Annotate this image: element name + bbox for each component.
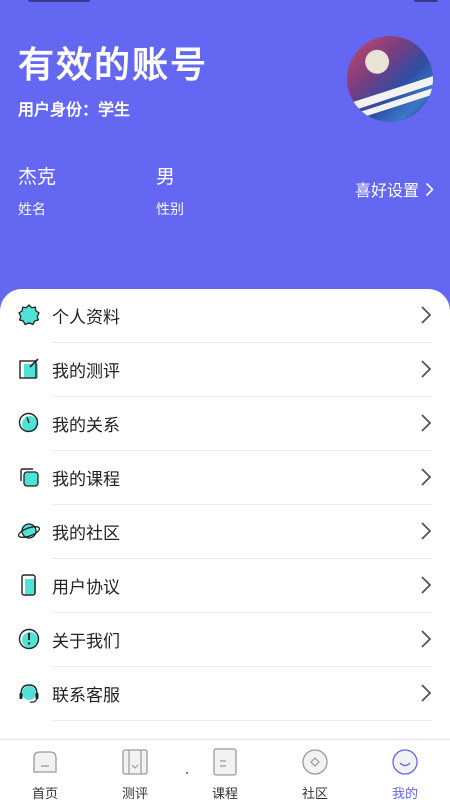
gender-value: 男 xyxy=(156,166,176,188)
menu-item-profile[interactable]: 个人资料 xyxy=(0,289,450,343)
tab-label: 首页 xyxy=(31,787,58,800)
info-icon xyxy=(18,628,40,650)
status-bar-left xyxy=(28,0,90,2)
tab-mine[interactable]: 我的 xyxy=(360,740,450,800)
name-value: 杰克 xyxy=(18,166,57,188)
menu-item-my-relations[interactable]: 我的关系 xyxy=(0,397,450,451)
user-identity: 用户身份：学生 xyxy=(18,100,131,119)
chevron-right-icon xyxy=(421,576,432,594)
menu-item-label: 用户协议 xyxy=(52,578,120,598)
chevron-right-icon xyxy=(421,414,432,432)
community-icon xyxy=(302,749,328,775)
menu-item-label: 我的测评 xyxy=(52,362,120,382)
menu-item-label: 我的社区 xyxy=(52,524,120,544)
menu-item-my-courses[interactable]: 我的课程 xyxy=(0,451,450,505)
tab-label: 课程 xyxy=(211,787,238,800)
edit-box-icon xyxy=(19,358,39,379)
course-icon xyxy=(213,748,237,776)
chevron-right-icon xyxy=(421,522,432,540)
home-icon xyxy=(33,751,57,773)
tab-home[interactable]: 首页 xyxy=(0,740,90,800)
tab-label: 社区 xyxy=(301,787,328,800)
menu-item-about-us[interactable]: 关于我们 xyxy=(0,613,450,667)
chevron-right-icon xyxy=(421,468,432,486)
menu-item-label: 我的关系 xyxy=(52,416,120,436)
tab-label: 测评 xyxy=(121,787,148,800)
menu-item-label: 联系客服 xyxy=(52,686,120,706)
status-bar xyxy=(0,0,450,6)
circle-icon xyxy=(18,412,39,433)
preferences-link[interactable]: 喜好设置 xyxy=(355,177,434,201)
menu-item-label: 我的课程 xyxy=(52,470,120,490)
battery-icon xyxy=(414,0,438,2)
name-label: 姓名 xyxy=(18,202,46,218)
name-info: 杰克 姓名 xyxy=(18,162,56,219)
chevron-right-icon xyxy=(421,684,432,702)
menu-item-user-agreement[interactable]: 用户协议 xyxy=(0,559,450,613)
headset-icon xyxy=(19,684,39,703)
chevron-right-icon xyxy=(421,630,432,648)
tab-community[interactable]: 社区 xyxy=(270,740,360,800)
profile-header: 有效的账号 用户身份：学生 杰克 姓名 男 性别 喜好设置 xyxy=(0,0,450,310)
menu-item-label: 个人资料 xyxy=(52,308,120,328)
menu-card: 个人资料 我的测评 我的关系 我的课程 我的社区 用户协议 关于我们 联系客服 xyxy=(0,289,450,739)
tab-evaluation[interactable]: 测评 xyxy=(90,740,180,800)
menu-item-my-evaluations[interactable]: 我的测评 xyxy=(0,343,450,397)
chevron-right-icon xyxy=(421,360,432,378)
separator-dot xyxy=(186,772,188,774)
badge-icon xyxy=(18,304,40,326)
planet-icon xyxy=(18,523,40,539)
profile-icon xyxy=(392,749,418,775)
phone-doc-icon xyxy=(21,574,36,596)
gender-label: 性别 xyxy=(156,202,184,218)
chevron-right-icon xyxy=(421,306,432,324)
stack-icon xyxy=(20,468,39,487)
divider xyxy=(52,720,432,721)
book-icon xyxy=(122,749,148,775)
account-title: 有效的账号 xyxy=(18,45,209,86)
tab-courses[interactable]: 课程 xyxy=(180,740,270,800)
gender-info: 男 性别 xyxy=(156,162,184,219)
bottom-tab-bar: 首页 测评 课程 社区 我的 xyxy=(0,739,450,800)
menu-item-label: 关于我们 xyxy=(52,632,120,652)
menu-item-contact-support[interactable]: 联系客服 xyxy=(0,667,450,721)
avatar[interactable] xyxy=(347,36,433,122)
tab-label: 我的 xyxy=(391,787,418,800)
chevron-right-icon xyxy=(425,182,434,196)
menu-item-my-community[interactable]: 我的社区 xyxy=(0,505,450,559)
preferences-label: 喜好设置 xyxy=(354,181,419,200)
